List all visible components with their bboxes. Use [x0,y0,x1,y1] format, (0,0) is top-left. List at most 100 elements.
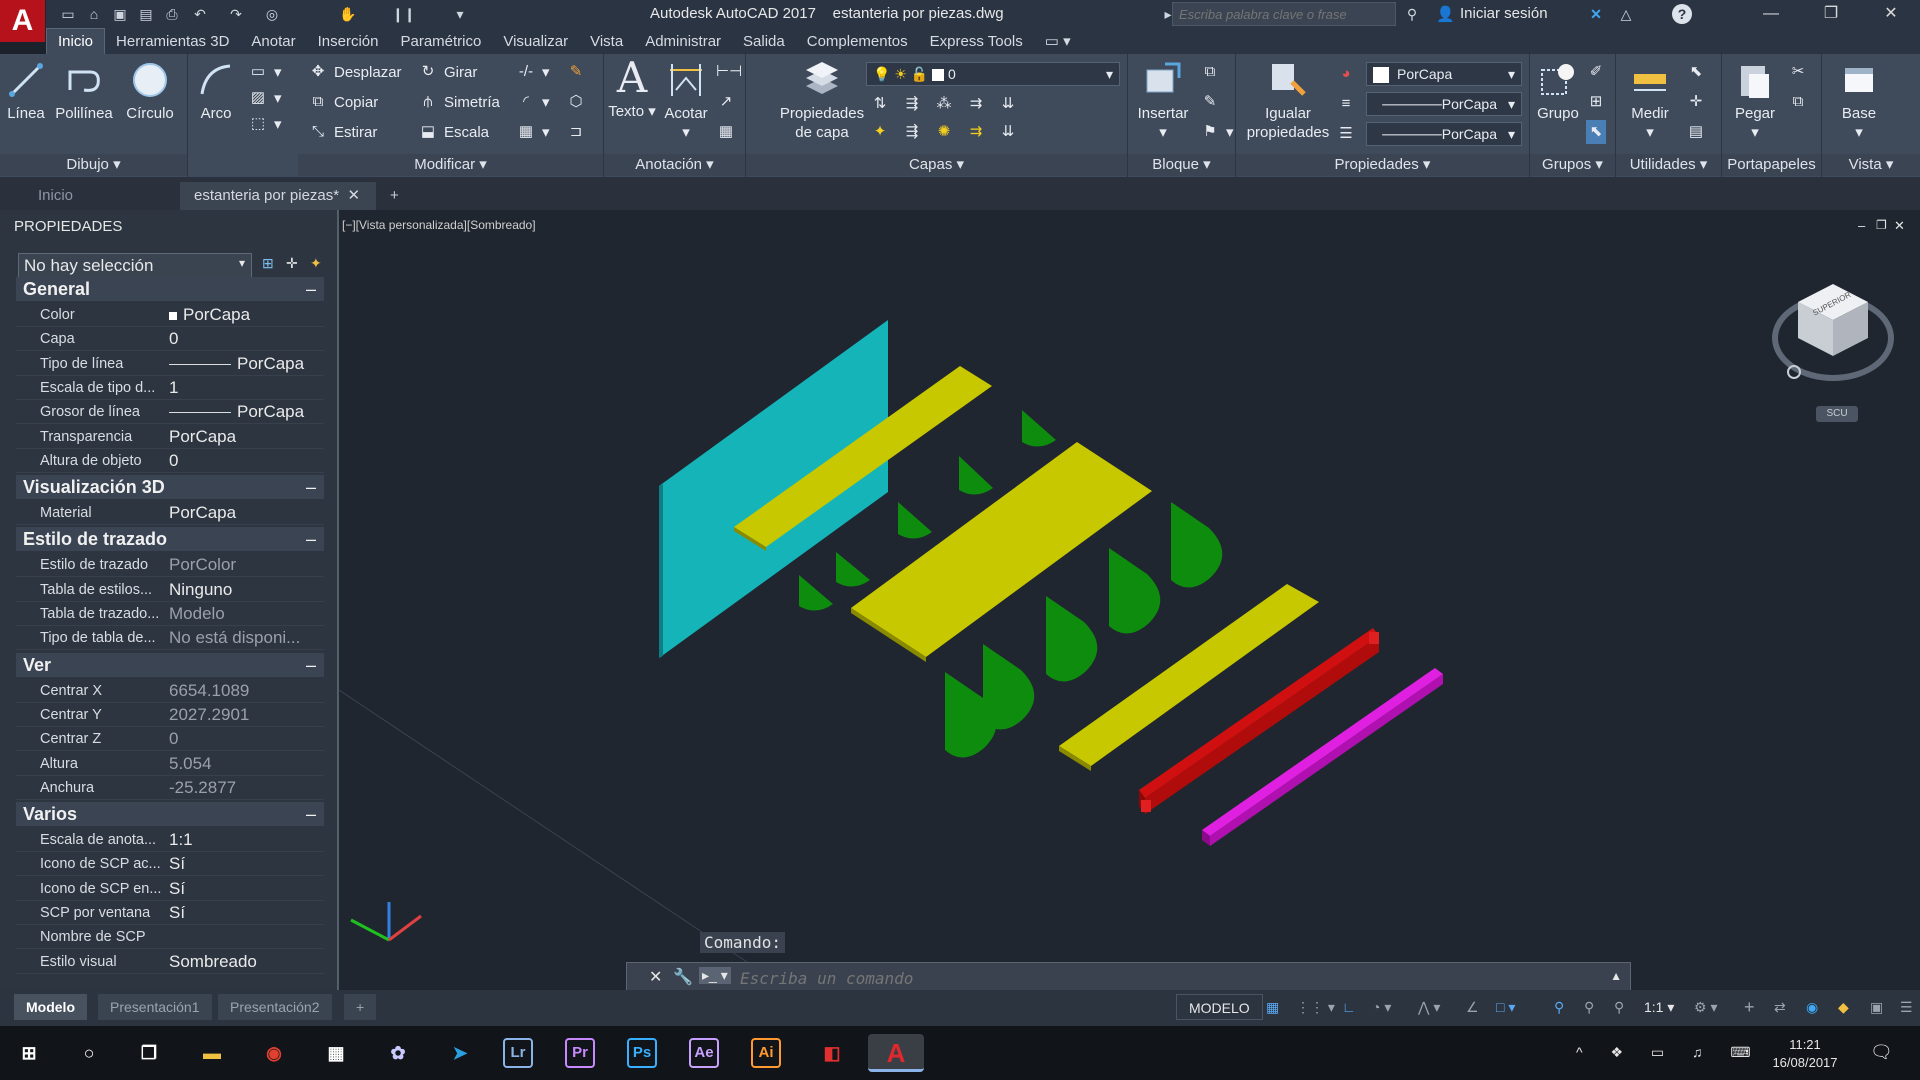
notifications-icon[interactable]: 🗨 [1870,1042,1893,1063]
select-objects-icon[interactable]: ✛ [286,255,298,272]
table-icon[interactable]: ▦ [716,120,736,144]
restore-icon[interactable]: ❐ [1804,0,1858,28]
command-prompt-icon[interactable]: ▸_ ▾ [699,967,731,984]
lightroom-icon[interactable]: Lr [503,1038,533,1068]
property-value[interactable]: Ninguno [169,578,232,602]
hardware-accel-icon[interactable]: ◆ [1826,994,1861,1020]
windows-start-icon[interactable]: ⊞ [10,1034,48,1072]
create-block-icon[interactable]: ⧉ [1200,60,1220,84]
model-space-toggle[interactable]: MODELO [1176,994,1263,1020]
chrome-icon[interactable]: ◉ [255,1034,293,1072]
close-icon[interactable]: ✕ [1864,0,1918,28]
lineweight-dropdown[interactable]: ──────PorCapa ▾ [1366,92,1522,116]
property-row[interactable]: Anchura -25.2877 [16,776,324,800]
property-value[interactable]: Sí [169,877,185,901]
property-row[interactable]: Tabla de trazado... Modelo [16,602,324,626]
property-row[interactable]: Centrar X 6654.1089 [16,679,324,703]
rectangle-icon[interactable]: ▭ ▾ [248,60,282,84]
property-row[interactable]: Icono de SCP ac... Sí [16,852,324,877]
measure-button[interactable]: Medir ▾ [1620,60,1680,142]
print-icon[interactable]: ⎙ [162,4,182,24]
status-menu-icon[interactable]: ☰ [1888,994,1920,1020]
property-row[interactable]: Color PorCapa [16,303,324,327]
move-button[interactable]: ✥ Desplazar [308,60,402,84]
tab-express-tools[interactable]: Express Tools [919,29,1034,54]
pan-icon[interactable]: ✋ [338,4,358,24]
property-value[interactable]: Sombreado [169,950,257,974]
quick-select-icon-props[interactable]: ✦ [310,255,322,272]
tab-complementos[interactable]: Complementos [796,29,919,54]
property-value[interactable]: -25.2877 [169,776,236,800]
cortana-icon[interactable]: ○ [70,1034,108,1072]
drawing-viewport[interactable] [338,210,1920,991]
exchange-icon[interactable]: ✕ [1586,4,1606,24]
block-attributes-icon[interactable]: ⚑ ▾ [1200,120,1233,144]
property-value[interactable]: PorCapa [169,501,236,525]
layer-dropdown[interactable]: 💡 ☀ 🔓 0 ▾ [866,62,1120,86]
property-row[interactable]: Altura de objeto 0 [16,449,324,473]
tab-insercion[interactable]: Inserción [307,29,390,54]
linetype-dropdown[interactable]: ──────PorCapa ▾ [1366,122,1522,146]
explode-icon[interactable]: ⬡ [566,90,586,114]
property-value[interactable]: PorCapa [169,303,250,327]
collapse-icon[interactable]: – [306,802,316,826]
photoshop-icon[interactable]: Ps [627,1038,657,1068]
autocad-taskbar-icon[interactable]: A [868,1034,924,1072]
copy-button[interactable]: ⧉ Copiar [308,90,379,114]
boundary-icon[interactable]: ⬚ ▾ [248,112,282,136]
property-row[interactable]: Tipo de tabla de... No está disponi... [16,626,324,651]
insert-button[interactable]: Insertar ▾ [1132,60,1194,142]
save-as-icon[interactable]: ▤ [136,4,156,24]
layer-properties-button[interactable]: Propiedades de capa [776,60,868,142]
group-button[interactable]: Grupo [1532,60,1584,123]
property-value[interactable]: PorCapa [169,400,304,424]
task-view-icon[interactable]: ❐ [130,1034,168,1072]
section-header-varios[interactable]: Varios – [16,802,324,827]
ungroup-icon[interactable]: ✐ [1586,60,1606,84]
file-explorer-icon[interactable]: ▬ [193,1034,231,1072]
text-button[interactable]: A Texto ▾ [608,57,656,121]
property-value[interactable]: Sí [169,852,185,876]
tab-anotar[interactable]: Anotar [240,29,306,54]
model-space[interactable] [338,210,1920,991]
stretch-button[interactable]: ⤡ Estirar [308,120,377,144]
tab-layout2[interactable]: Presentación2 [218,994,332,1020]
edit-block-icon[interactable]: ✎ [1200,90,1220,114]
system-tray-icons[interactable]: ^ ❖ ▭ ♫ ⌨ [1576,1044,1763,1061]
viewport-minimize-icon[interactable]: ‒ [1858,218,1865,233]
panel-title-bloque[interactable]: Bloque ▾ [1128,154,1235,176]
tab-visualizar[interactable]: Visualizar [492,29,579,54]
search-input[interactable] [1172,2,1396,26]
taskbar-clock[interactable]: 11:21 16/08/2017 [1750,1036,1860,1072]
base-button[interactable]: Base ▾ [1830,60,1888,142]
scale-button[interactable]: ⬓ Escala [418,120,489,144]
customize-icon[interactable]: ▾ [450,4,470,24]
signin-link[interactable]: Iniciar sesión [1460,5,1548,22]
erase-icon[interactable]: ✎ [566,60,586,84]
workspace-gear-icon[interactable]: ⚙ ▾ [1682,994,1729,1020]
copy-clip-icon[interactable]: ⧉ [1788,90,1808,114]
array-icon[interactable]: ▦ ▾ [516,120,550,144]
user-icon[interactable]: 👤 [1436,5,1455,23]
panel-title-anotacion[interactable]: Anotación ▾ [604,154,745,176]
property-row[interactable]: Tabla de estilos... Ninguno [16,578,324,602]
command-input[interactable] [740,967,1610,989]
property-value[interactable]: 0 [169,327,178,351]
property-row[interactable]: Nombre de SCP [16,925,324,950]
property-row[interactable]: Centrar Y 2027.2901 [16,703,324,727]
telegram-icon[interactable]: ➤ [441,1034,479,1072]
illustrator-icon[interactable]: Ai [751,1038,781,1068]
paint-icon[interactable]: ✿ [379,1034,417,1072]
undo-icon[interactable]: ↶ [190,4,210,24]
leader-icon[interactable]: ↗ [716,90,736,114]
isolate-icon[interactable]: ◉ [1794,994,1830,1020]
hatch-icon[interactable]: ▨ ▾ [248,86,282,110]
red-bar[interactable] [1139,628,1379,814]
tab-herramientas-3d[interactable]: Herramientas 3D [105,29,240,54]
property-value[interactable]: Sí [169,901,185,925]
ucs-menu-button[interactable]: SCU [1816,406,1858,422]
save-icon[interactable]: ▣ [110,4,130,24]
dimension-button[interactable]: Acotar ▾ [660,60,712,142]
panel-title-utilidades[interactable]: Utilidades ▾ [1616,154,1721,176]
tab-inicio[interactable]: Inicio [46,28,106,54]
